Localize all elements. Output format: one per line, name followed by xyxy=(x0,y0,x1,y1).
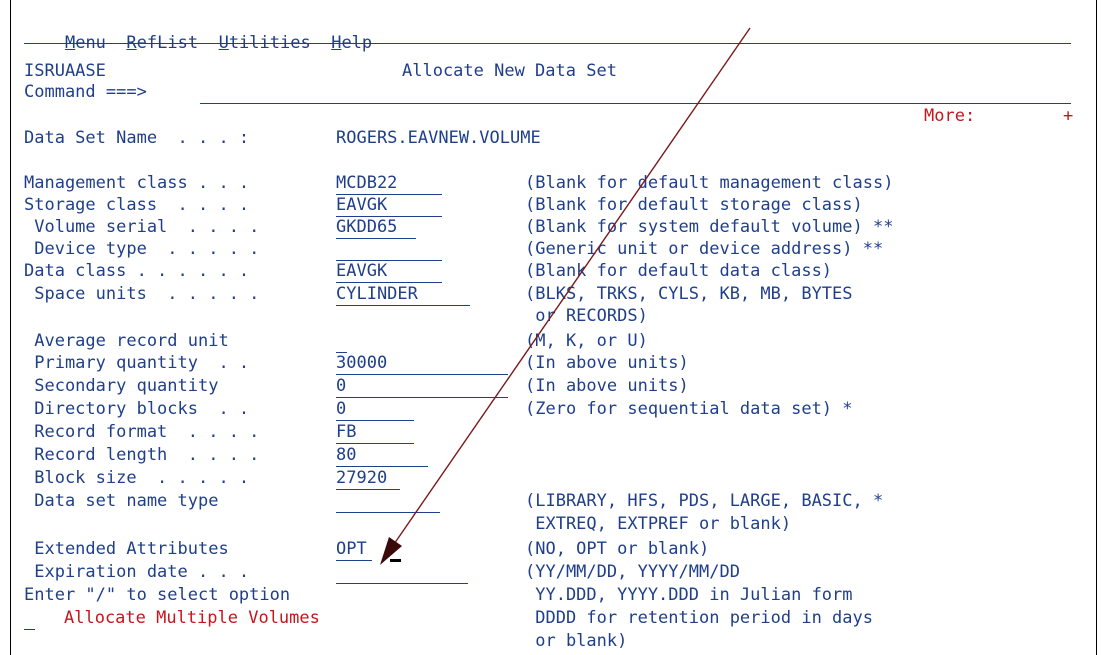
device-type-field[interactable] xyxy=(336,238,442,261)
data-class-label: Data class . . . . . . xyxy=(24,261,250,281)
directory-blocks-help: (Zero for sequential data set) * xyxy=(525,399,853,419)
extended-attributes-label: Extended Attributes xyxy=(24,539,229,559)
record-format-field[interactable]: FB xyxy=(336,421,414,444)
volume-serial-label: Volume serial . . . . xyxy=(24,217,260,237)
ispf-screen: Menu RefList Utilities Help ISRUAASE All… xyxy=(0,0,1103,655)
storage-class-field[interactable]: EAVGK xyxy=(336,194,442,217)
volume-serial-help: (Blank for system default volume) ** xyxy=(525,217,894,237)
allocate-multiple-volumes-checkbox[interactable] xyxy=(24,607,35,630)
mgmt-class-label: Management class . . . xyxy=(24,173,250,193)
select-option-prompt: Enter "/" to select option xyxy=(24,585,291,605)
expiration-date-help-4: or blank) xyxy=(525,631,628,651)
command-input[interactable] xyxy=(200,81,1071,104)
secondary-quantity-help: (In above units) xyxy=(525,376,689,396)
mgmt-class-field[interactable]: MCDB22 xyxy=(336,172,442,195)
space-units-help-cont: or RECORDS) xyxy=(525,306,648,326)
avg-record-unit-help: (M, K, or U) xyxy=(525,331,648,351)
block-size-label: Block size . . . . . xyxy=(24,468,250,488)
extended-attributes-help: (NO, OPT or blank) xyxy=(525,539,710,559)
more-indicator: + xyxy=(1063,106,1074,126)
extended-attributes-field[interactable]: OPT xyxy=(336,538,372,561)
directory-blocks-label: Directory blocks . . xyxy=(24,399,250,419)
dsn-type-field[interactable] xyxy=(336,490,440,513)
action-bar-divider xyxy=(24,43,1071,44)
expiration-date-help-3: DDDD for retention period in days xyxy=(525,608,873,628)
secondary-quantity-field[interactable]: 0 xyxy=(336,375,508,398)
expiration-date-field[interactable] xyxy=(336,561,468,584)
space-units-field[interactable]: CYLINDER xyxy=(336,283,470,306)
dsn-type-label: Data set name type xyxy=(24,491,219,511)
expiration-date-label: Expiration date . . . xyxy=(24,562,250,582)
more-label: More: xyxy=(924,106,976,126)
mgmt-class-help: (Blank for default management class) xyxy=(525,173,894,193)
action-bar: Menu RefList Utilities Help xyxy=(24,10,372,53)
panel-title: Allocate New Data Set xyxy=(402,61,617,81)
primary-quantity-field[interactable]: 30000 xyxy=(336,352,508,375)
dsn-type-help-cont: EXTREQ, EXTPREF or blank) xyxy=(525,514,792,534)
directory-blocks-field[interactable]: 0 xyxy=(336,398,414,421)
space-units-help: (BLKS, TRKS, CYLS, KB, MB, BYTES xyxy=(525,284,853,304)
panel-id: ISRUAASE xyxy=(24,61,106,81)
allocate-multiple-volumes-label: Allocate Multiple Volumes xyxy=(64,608,320,628)
expiration-date-help: (YY/MM/DD, YYYY/MM/DD xyxy=(525,562,740,582)
primary-quantity-help: (In above units) xyxy=(525,353,689,373)
record-length-field[interactable]: 80 xyxy=(336,444,428,467)
dsn-type-help: (LIBRARY, HFS, PDS, LARGE, BASIC, * xyxy=(525,491,884,511)
volume-serial-field[interactable]: GKDD65 xyxy=(336,216,416,239)
avg-record-unit-field[interactable] xyxy=(336,330,347,353)
device-type-help: (Generic unit or device address) ** xyxy=(525,239,884,259)
command-label: Command ===> xyxy=(24,82,147,102)
data-class-field[interactable]: EAVGK xyxy=(336,260,442,283)
record-format-label: Record format . . . . xyxy=(24,422,260,442)
dsn-value: ROGERS.EAVNEW.VOLUME xyxy=(336,128,541,148)
primary-quantity-label: Primary quantity . . xyxy=(24,353,250,373)
device-type-label: Device type . . . . . xyxy=(24,239,260,259)
avg-record-unit-label: Average record unit xyxy=(24,331,229,351)
expiration-date-help-2: YY.DDD, YYYY.DDD in Julian form xyxy=(525,585,853,605)
storage-class-help: (Blank for default storage class) xyxy=(525,195,863,215)
storage-class-label: Storage class . . . . xyxy=(24,195,250,215)
block-size-field[interactable]: 27920 xyxy=(336,467,400,490)
data-class-help: (Blank for default data class) xyxy=(525,261,833,281)
secondary-quantity-label: Secondary quantity xyxy=(24,376,219,396)
dsn-label: Data Set Name . . . : xyxy=(24,128,250,148)
record-length-label: Record length . . . . xyxy=(24,445,260,465)
space-units-label: Space units . . . . . xyxy=(24,284,260,304)
